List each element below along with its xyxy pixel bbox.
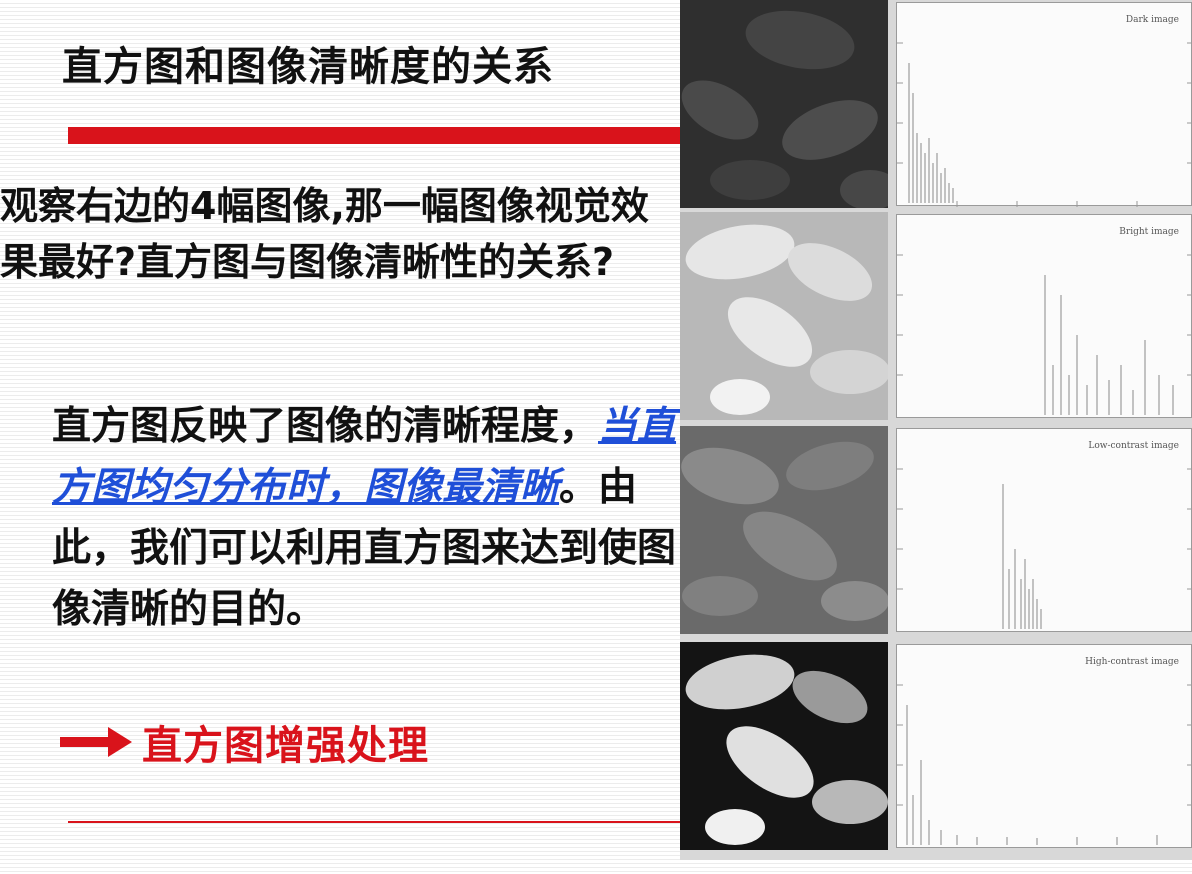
figure-row-low-contrast: Low-contrast image [680, 426, 1192, 634]
right-arrow-icon [60, 727, 132, 757]
dark-image-photo [680, 0, 888, 208]
low-contrast-image-histogram: Low-contrast image [896, 428, 1192, 632]
histogram-label: Dark image [1125, 15, 1179, 25]
bright-image-histogram: Bright image [896, 214, 1192, 418]
slide-title: 直方图和图像清晰度的关系 [62, 44, 554, 90]
high-contrast-image-photo [680, 642, 888, 850]
title-underline-bar [68, 127, 680, 144]
low-contrast-image-photo [680, 426, 888, 634]
bottom-divider [68, 821, 680, 823]
figure-row-dark: Dark image [680, 0, 1192, 208]
answer-text-1: 直方图反映了图像的清晰程度， [52, 404, 599, 449]
figure-row-bright: Bright image [680, 212, 1192, 420]
high-contrast-image-histogram: High-contrast image [896, 644, 1192, 848]
histogram-figure: Dark image Bright image Low-contrast ima… [680, 0, 1192, 860]
histogram-label: High-contrast image [1085, 657, 1179, 667]
bright-image-photo [680, 212, 888, 420]
question-text: 观察右边的4幅图像,那一幅图像视觉效果最好?直方图与图像清晰性的关系? [0, 184, 649, 284]
dark-image-histogram: Dark image [896, 2, 1192, 207]
answer-paragraph: 直方图反映了图像的清晰程度，当直方图均匀分布时，图像最清晰。由此，我们可以利用直… [52, 396, 692, 640]
histogram-label: Bright image [1119, 227, 1179, 237]
link-label: 直方图增强处理 [142, 723, 429, 769]
figure-row-high-contrast: High-contrast image [680, 642, 1192, 850]
histogram-enhancement-link[interactable]: 直方图增强处理 [60, 712, 429, 772]
histogram-label: Low-contrast image [1088, 441, 1179, 451]
